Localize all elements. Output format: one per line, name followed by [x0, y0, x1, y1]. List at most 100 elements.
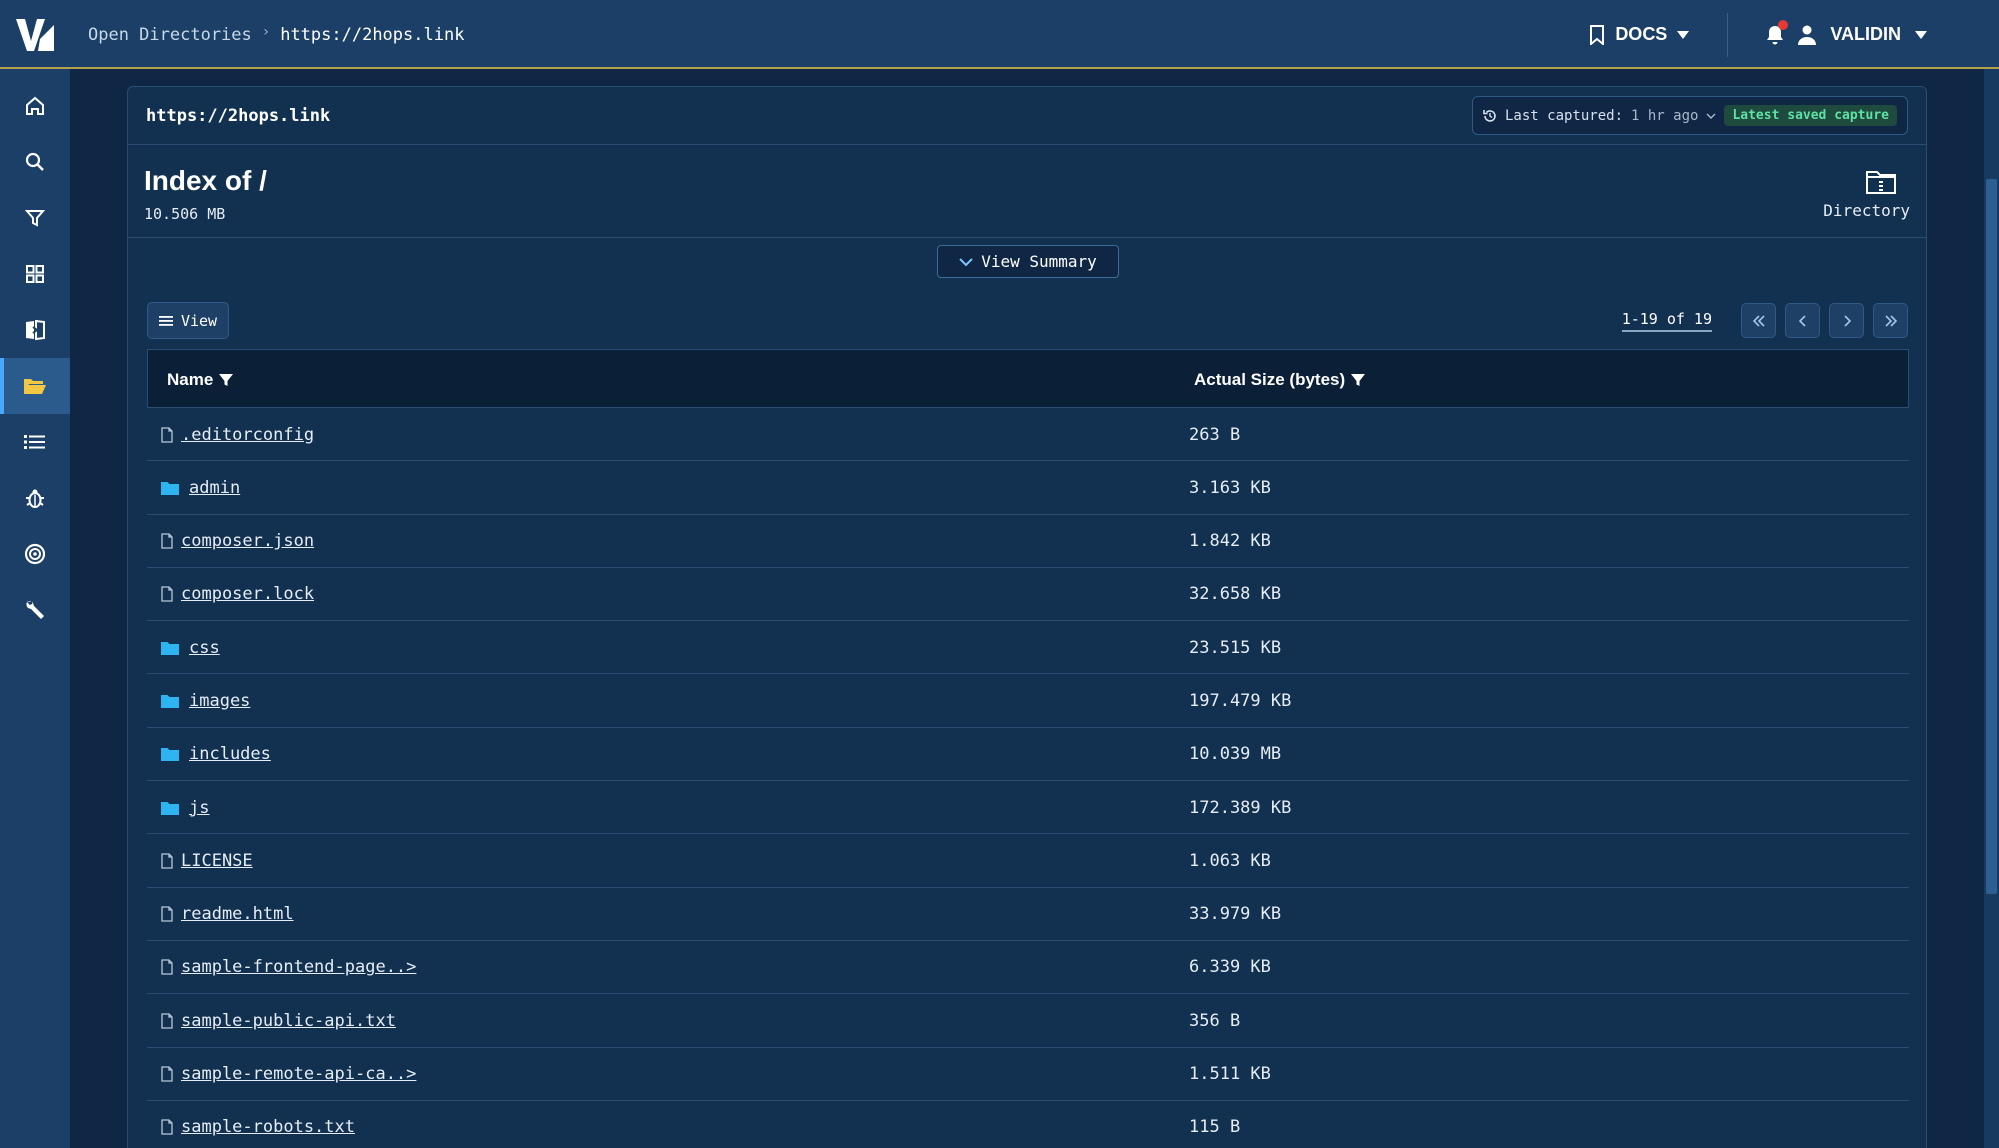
size-cell: 356 B	[1189, 1010, 1241, 1031]
directory-label: Directory	[1823, 201, 1910, 220]
name-cell: .editorconfig	[161, 408, 314, 461]
view-summary-label: View Summary	[981, 252, 1097, 271]
file-link[interactable]: sample-frontend-page..>	[181, 957, 416, 977]
table-row: css 23.515 KB	[147, 621, 1909, 675]
user-label: VALIDIN	[1830, 24, 1901, 44]
size-cell: 1.511 KB	[1189, 1064, 1271, 1085]
folder-link[interactable]: css	[189, 638, 220, 658]
table-row: LICENSE 1.063 KB	[147, 834, 1909, 888]
divider	[1727, 12, 1729, 57]
filter-icon[interactable]	[1351, 373, 1366, 387]
size-cell: 3.163 KB	[1189, 477, 1271, 498]
directory-panel: https://2hops.link Last captured: 1 hr a…	[127, 86, 1927, 1148]
total-size: 10.506 MB	[144, 205, 226, 223]
directory-table: Name Actual Size (bytes) .editorconfig 26…	[147, 349, 1909, 1148]
user-menu[interactable]: VALIDIN	[1766, 19, 1927, 45]
compare-icon	[26, 319, 45, 341]
table-row: composer.json 1.842 KB	[147, 515, 1909, 568]
sidebar-item-dashboard[interactable]	[0, 246, 70, 302]
chevron-left-icon	[1798, 314, 1806, 327]
user-icon	[1798, 25, 1817, 45]
column-header-name[interactable]: Name	[167, 350, 234, 409]
page-scrollbar[interactable]	[1984, 69, 1999, 1148]
folder-icon	[161, 747, 179, 762]
folder-link[interactable]: admin	[189, 478, 240, 498]
size-cell: 6.339 KB	[1189, 957, 1271, 978]
validin-logo[interactable]	[0, 0, 70, 69]
sidebar-item-filter[interactable]	[0, 190, 70, 246]
file-icon	[161, 426, 173, 443]
name-cell: composer.json	[161, 515, 314, 568]
file-icon	[161, 586, 173, 603]
file-icon	[161, 533, 173, 549]
docs-label: DOCS	[1615, 24, 1668, 44]
latest-capture-badge: Latest saved capture	[1724, 105, 1897, 126]
name-cell: js	[161, 781, 209, 834]
chevrons-left-icon	[1752, 314, 1765, 327]
table-row: sample-remote-api-ca..> 1.511 KB	[147, 1048, 1909, 1101]
panel-url: https://2hops.link	[146, 106, 331, 126]
table-row: composer.lock 32.658 KB	[147, 568, 1909, 622]
name-cell: sample-remote-api-ca..>	[161, 1048, 416, 1101]
breadcrumb-current: https://2hops.link	[280, 24, 465, 45]
previous-page-button[interactable]	[1785, 303, 1820, 338]
menu-icon	[158, 315, 173, 326]
folder-open-icon	[24, 379, 46, 394]
file-link[interactable]: .editorconfig	[181, 425, 314, 445]
first-page-button[interactable]	[1741, 303, 1776, 338]
file-icon	[161, 853, 173, 869]
folder-link[interactable]: includes	[189, 744, 271, 764]
file-link[interactable]: sample-robots.txt	[181, 1117, 355, 1137]
name-cell: sample-frontend-page..>	[161, 941, 416, 994]
view-summary-button[interactable]: View Summary	[937, 245, 1119, 278]
sidebar-item-tools[interactable]	[0, 582, 70, 638]
sidebar-item-malware[interactable]	[0, 470, 70, 526]
search-icon	[25, 152, 44, 171]
notification-bell-icon[interactable]	[1766, 19, 1789, 45]
file-link[interactable]: sample-remote-api-ca..>	[181, 1064, 416, 1084]
size-cell: 33.979 KB	[1189, 904, 1282, 925]
sidebar-item-target[interactable]	[0, 526, 70, 582]
sidebar-item-compare[interactable]	[0, 302, 70, 358]
panel-header: https://2hops.link Last captured: 1 hr a…	[128, 87, 1926, 145]
file-link[interactable]: composer.lock	[181, 584, 314, 604]
file-icon	[161, 1066, 173, 1082]
size-cell: 23.515 KB	[1189, 637, 1282, 658]
top-right-controls: DOCS VALIDIN	[1589, 0, 1999, 69]
history-icon	[1483, 109, 1496, 122]
sidebar-item-open-directories[interactable]	[0, 358, 70, 414]
size-cell: 172.389 KB	[1189, 797, 1292, 818]
sidebar-item-search[interactable]	[0, 134, 70, 190]
chevron-down-icon	[1677, 30, 1690, 39]
file-link[interactable]: composer.json	[181, 531, 314, 551]
size-cell: 115 B	[1189, 1117, 1241, 1138]
docs-menu[interactable]: DOCS	[1589, 24, 1690, 45]
name-cell: css	[161, 621, 220, 674]
bug-icon	[26, 489, 44, 508]
folder-icon	[161, 801, 179, 815]
table-row: js 172.389 KB	[147, 781, 1909, 835]
file-link[interactable]: readme.html	[181, 904, 294, 924]
scrollbar-thumb[interactable]	[1986, 179, 1997, 894]
sidebar-item-home[interactable]	[0, 78, 70, 134]
file-link[interactable]: sample-public-api.txt	[181, 1011, 396, 1031]
breadcrumb: Open Directories › https://2hops.link	[88, 0, 464, 69]
file-link[interactable]: LICENSE	[181, 851, 253, 871]
bookmark-icon	[1590, 24, 1605, 45]
folder-link[interactable]: js	[189, 798, 209, 818]
breadcrumb-open-directories[interactable]: Open Directories	[88, 25, 252, 45]
next-page-button[interactable]	[1829, 303, 1864, 338]
pagination: 1-19 of 19	[1621, 302, 1908, 339]
view-options-button[interactable]: View	[147, 302, 229, 339]
folder-icon	[161, 694, 179, 708]
list-icon	[24, 435, 45, 449]
filter-icon[interactable]	[219, 373, 234, 387]
capture-selector[interactable]: Last captured: 1 hr ago Latest saved cap…	[1472, 96, 1908, 135]
folder-link[interactable]: images	[189, 691, 250, 711]
column-header-size-label: Actual Size (bytes)	[1194, 369, 1346, 389]
sidebar-item-list[interactable]	[0, 414, 70, 470]
last-page-button[interactable]	[1873, 303, 1908, 338]
column-header-size[interactable]: Actual Size (bytes)	[1194, 350, 1366, 409]
table-row: includes 10.039 MB	[147, 728, 1909, 782]
column-header-name-label: Name	[167, 369, 214, 389]
